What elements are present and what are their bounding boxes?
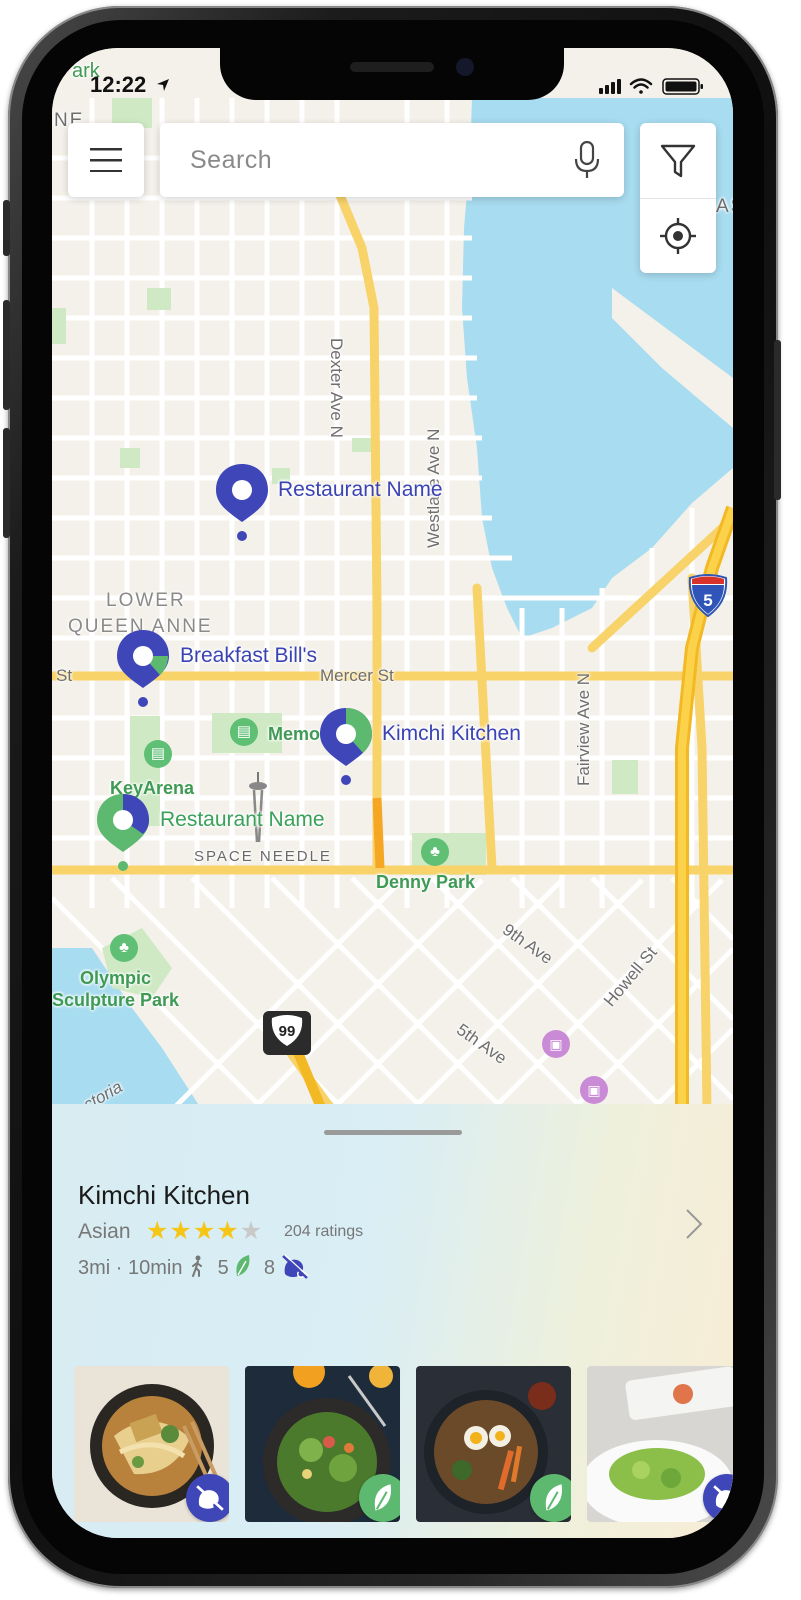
sr-99-number: 99 — [279, 1023, 296, 1040]
microphone-icon[interactable] — [574, 141, 600, 181]
pin-label-breakfast-bills[interactable]: Breakfast Bill's — [180, 644, 317, 668]
star-icon: ★ — [192, 1217, 217, 1245]
memorial-stadium-icon: ▤ — [230, 718, 258, 746]
filter-button[interactable] — [640, 123, 716, 199]
notch — [220, 48, 564, 100]
crosshair-location-icon — [660, 218, 696, 254]
street-label-mercer: Mercer St — [320, 666, 394, 685]
map-pin-kimchi-kitchen[interactable] — [318, 706, 374, 786]
photo-bibimbap-bowl[interactable] — [416, 1366, 571, 1522]
photo-green-salad-bowl[interactable] — [245, 1366, 400, 1522]
cinema-icon-1: ▣ — [542, 1030, 570, 1058]
ratings-count: 204 ratings — [284, 1223, 364, 1240]
location-arrow-icon — [157, 79, 169, 91]
power-button — [774, 340, 781, 500]
photo-ramen-bowl[interactable] — [74, 1366, 229, 1522]
restaurant-meta-row: 3mi · 10min 5 8 — [78, 1254, 309, 1280]
map-pin-restaurant-4[interactable] — [95, 792, 151, 872]
interstate-5-shield-icon: 5 — [688, 574, 728, 618]
star-icon: ★ — [146, 1217, 170, 1245]
photo-badge-leaf — [359, 1474, 400, 1522]
leaf-icon — [374, 1484, 392, 1511]
park-label-denny: Denny Park — [376, 872, 476, 892]
map-label-as: AS — [716, 196, 733, 217]
area-label-space-needle: SPACE NEEDLE — [194, 848, 332, 865]
map-pin-restaurant-1[interactable] — [214, 462, 270, 542]
star-icon: ★ — [169, 1217, 193, 1245]
speaker-grille — [350, 62, 434, 72]
sheet-grabber-handle[interactable] — [324, 1130, 462, 1135]
cinema-icon-2: ▣ — [580, 1076, 608, 1104]
denny-park-tree-icon: ♣ — [421, 838, 449, 866]
no-meat-count: 8 — [263, 1257, 275, 1279]
street-label-fairview: Fairview Ave N — [574, 672, 593, 786]
restaurant-cuisine: Asian — [78, 1220, 131, 1243]
keyarena-icon: ▤ — [144, 740, 172, 768]
volume-down-button — [3, 428, 10, 538]
photo-salad-plate[interactable] — [587, 1366, 733, 1522]
pin-label-restaurant-4[interactable]: Restaurant Name — [160, 808, 325, 832]
menu-button[interactable] — [68, 123, 144, 197]
interstate-5-number: 5 — [703, 591, 712, 610]
restaurant-bottom-sheet[interactable]: Kimchi Kitchen Asian ★★★★★ 204 ratings 3… — [52, 1104, 733, 1538]
filter-funnel-icon — [660, 144, 696, 178]
park-label-olympic: Olympic — [80, 968, 152, 988]
sr-99-shield-icon: 99 — [263, 1011, 311, 1055]
volume-up-button — [3, 300, 10, 410]
walking-person-icon — [192, 1255, 203, 1277]
no-meat-icon — [713, 1485, 733, 1509]
status-time: 12:22 — [90, 72, 147, 97]
map-pin-breakfast-bills[interactable] — [115, 628, 171, 708]
search-input[interactable]: Search — [190, 146, 272, 175]
leaf-icon — [545, 1484, 563, 1511]
map-controls — [640, 123, 716, 273]
my-location-button[interactable] — [640, 199, 716, 273]
hamburger-menu-icon — [90, 148, 122, 172]
photo-badge-no-meat — [186, 1474, 229, 1522]
photo-strip[interactable] — [74, 1366, 733, 1526]
photo-badge-leaf — [530, 1474, 571, 1522]
area-label-lower: LOWER — [106, 590, 186, 611]
status-icons — [599, 78, 703, 95]
front-camera — [456, 58, 474, 76]
street-label-dexter: Dexter Ave N — [327, 338, 346, 438]
leaf-count: 5 — [217, 1257, 229, 1279]
pin-label-kimchi-kitchen[interactable]: Kimchi Kitchen — [382, 722, 521, 746]
no-meat-icon — [281, 1254, 308, 1279]
app-screen: ark NE AS LOWER QUEEN ANNE SPACE NEEDLE … — [52, 48, 733, 1538]
wifi-icon — [629, 78, 653, 94]
map-canvas — [52, 48, 733, 1110]
cellular-signal-icon — [599, 79, 621, 94]
no-meat-icon — [196, 1485, 224, 1511]
battery-icon — [662, 78, 703, 95]
star-empty-icon: ★ — [239, 1217, 264, 1245]
chevron-right-icon[interactable] — [684, 1208, 704, 1240]
olympic-park-tree-icon: ♣ — [110, 934, 138, 962]
pin-label-restaurant-1[interactable]: Restaurant Name — [278, 478, 443, 502]
rating-stars: ★★★★★ — [146, 1216, 263, 1246]
distance-time: 3mi · 10min — [78, 1257, 183, 1279]
park-label-sculpture-park: Sculpture Park — [52, 990, 180, 1010]
search-bar[interactable]: Search — [160, 123, 624, 197]
leaf-icon — [236, 1255, 250, 1276]
mute-switch — [3, 200, 10, 256]
restaurant-name: Kimchi Kitchen — [78, 1180, 250, 1210]
street-label-st: St — [56, 666, 73, 685]
star-icon: ★ — [216, 1217, 240, 1245]
map-view[interactable]: ark NE AS LOWER QUEEN ANNE SPACE NEEDLE … — [52, 48, 733, 1114]
